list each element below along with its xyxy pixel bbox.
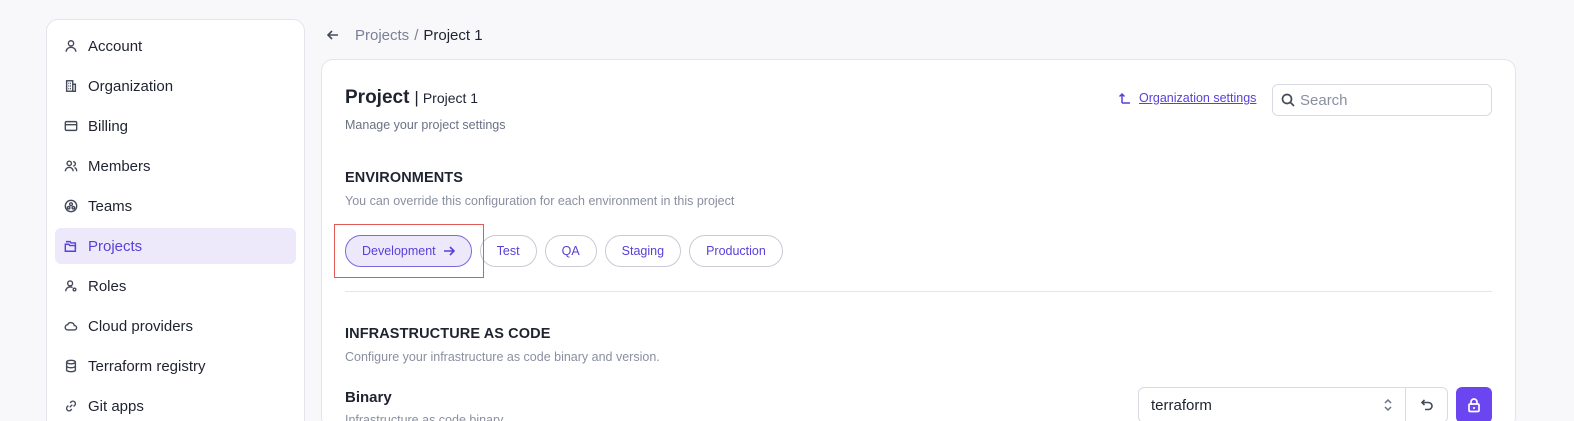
database-icon xyxy=(63,358,79,374)
organization-settings-link[interactable]: Organization settings xyxy=(1119,91,1256,105)
project-settings-panel: Project | Project 1 Manage your project … xyxy=(321,59,1516,421)
tab-qa[interactable]: QA xyxy=(544,235,597,267)
binary-label: Binary xyxy=(345,389,392,406)
sidebar-item-account[interactable]: Account xyxy=(55,28,296,64)
lock-icon xyxy=(1466,397,1482,413)
sidebar-item-terraform-registry[interactable]: Terraform registry xyxy=(55,348,296,384)
sidebar-item-teams[interactable]: Teams xyxy=(55,188,296,224)
users-icon xyxy=(63,158,79,174)
sidebar-item-billing[interactable]: Billing xyxy=(55,108,296,144)
sidebar-item-label: Git apps xyxy=(88,397,144,415)
organization-settings-label: Organization settings xyxy=(1139,91,1257,105)
sidebar-item-label: Cloud providers xyxy=(88,317,194,335)
sidebar-item-label: Members xyxy=(88,157,151,175)
tab-production[interactable]: Production xyxy=(689,235,783,267)
page-title-row: Project | Project 1 xyxy=(345,87,478,109)
sidebar-item-label: Billing xyxy=(88,117,129,135)
iac-description: Configure your infrastructure as code bi… xyxy=(345,350,660,364)
sidebar-item-git-apps[interactable]: Git apps xyxy=(55,388,296,421)
tab-label: Staging xyxy=(621,244,665,258)
tab-label: Development xyxy=(362,244,436,258)
undo-icon xyxy=(1420,398,1434,412)
search-input[interactable] xyxy=(1300,91,1480,109)
sidebar-item-label: Terraform registry xyxy=(88,357,206,375)
binary-select[interactable]: terraform xyxy=(1138,387,1406,421)
building-icon xyxy=(63,78,79,94)
arrow-right-icon xyxy=(443,245,455,257)
search-icon xyxy=(1281,93,1295,107)
sidebar-item-label: Account xyxy=(88,37,143,55)
tab-development[interactable]: Development xyxy=(345,235,472,267)
team-icon xyxy=(63,198,79,214)
project-name: Project 1 xyxy=(422,90,479,106)
section-divider xyxy=(345,291,1492,292)
lock-button[interactable] xyxy=(1456,387,1492,421)
tab-label: QA xyxy=(561,244,580,258)
credit-card-icon xyxy=(63,118,79,134)
tab-label: Test xyxy=(496,244,520,258)
sidebar-item-roles[interactable]: Roles xyxy=(55,268,296,304)
breadcrumb-separator: / xyxy=(414,26,419,44)
breadcrumb-current: Project 1 xyxy=(423,26,483,44)
reset-button[interactable] xyxy=(1406,387,1448,421)
binary-help-text: Infrastructure as code binary xyxy=(345,413,504,421)
page-title: Project xyxy=(345,87,410,108)
breadcrumb-projects-link[interactable]: Projects xyxy=(355,27,409,44)
tab-staging[interactable]: Staging xyxy=(604,235,682,267)
sidebar-item-organization[interactable]: Organization xyxy=(55,68,296,104)
page-subtitle: Manage your project settings xyxy=(345,118,506,132)
environments-description: You can override this configuration for … xyxy=(345,194,735,208)
sidebar-item-label: Projects xyxy=(88,237,143,255)
environment-tabs: Development Test QA Staging Production xyxy=(345,235,783,267)
sidebar-item-label: Teams xyxy=(88,197,133,215)
cloud-icon xyxy=(63,318,79,334)
arrow-up-left-icon xyxy=(1119,91,1131,105)
search-box[interactable] xyxy=(1272,84,1492,116)
iac-title: INFRASTRUCTURE AS CODE xyxy=(345,326,551,342)
title-separator: | xyxy=(414,88,419,107)
user-icon xyxy=(63,38,79,54)
sidebar-item-cloud-providers[interactable]: Cloud providers xyxy=(55,308,296,344)
user-key-icon xyxy=(63,278,79,294)
chevron-up-down-icon xyxy=(1383,398,1393,412)
back-arrow-icon[interactable] xyxy=(326,28,340,42)
folders-icon xyxy=(63,238,79,254)
tab-test[interactable]: Test xyxy=(479,235,537,267)
tab-label: Production xyxy=(706,244,766,258)
sidebar-item-label: Organization xyxy=(88,77,174,95)
sidebar-item-label: Roles xyxy=(88,277,127,295)
settings-sidebar: Account Organization Billing Members Tea… xyxy=(46,19,305,421)
binary-select-value: terraform xyxy=(1151,396,1212,414)
breadcrumb: Projects / Project 1 xyxy=(326,25,483,45)
sidebar-item-projects[interactable]: Projects xyxy=(55,228,296,264)
link-icon xyxy=(63,398,79,414)
sidebar-item-members[interactable]: Members xyxy=(55,148,296,184)
environments-title: ENVIRONMENTS xyxy=(345,170,464,186)
